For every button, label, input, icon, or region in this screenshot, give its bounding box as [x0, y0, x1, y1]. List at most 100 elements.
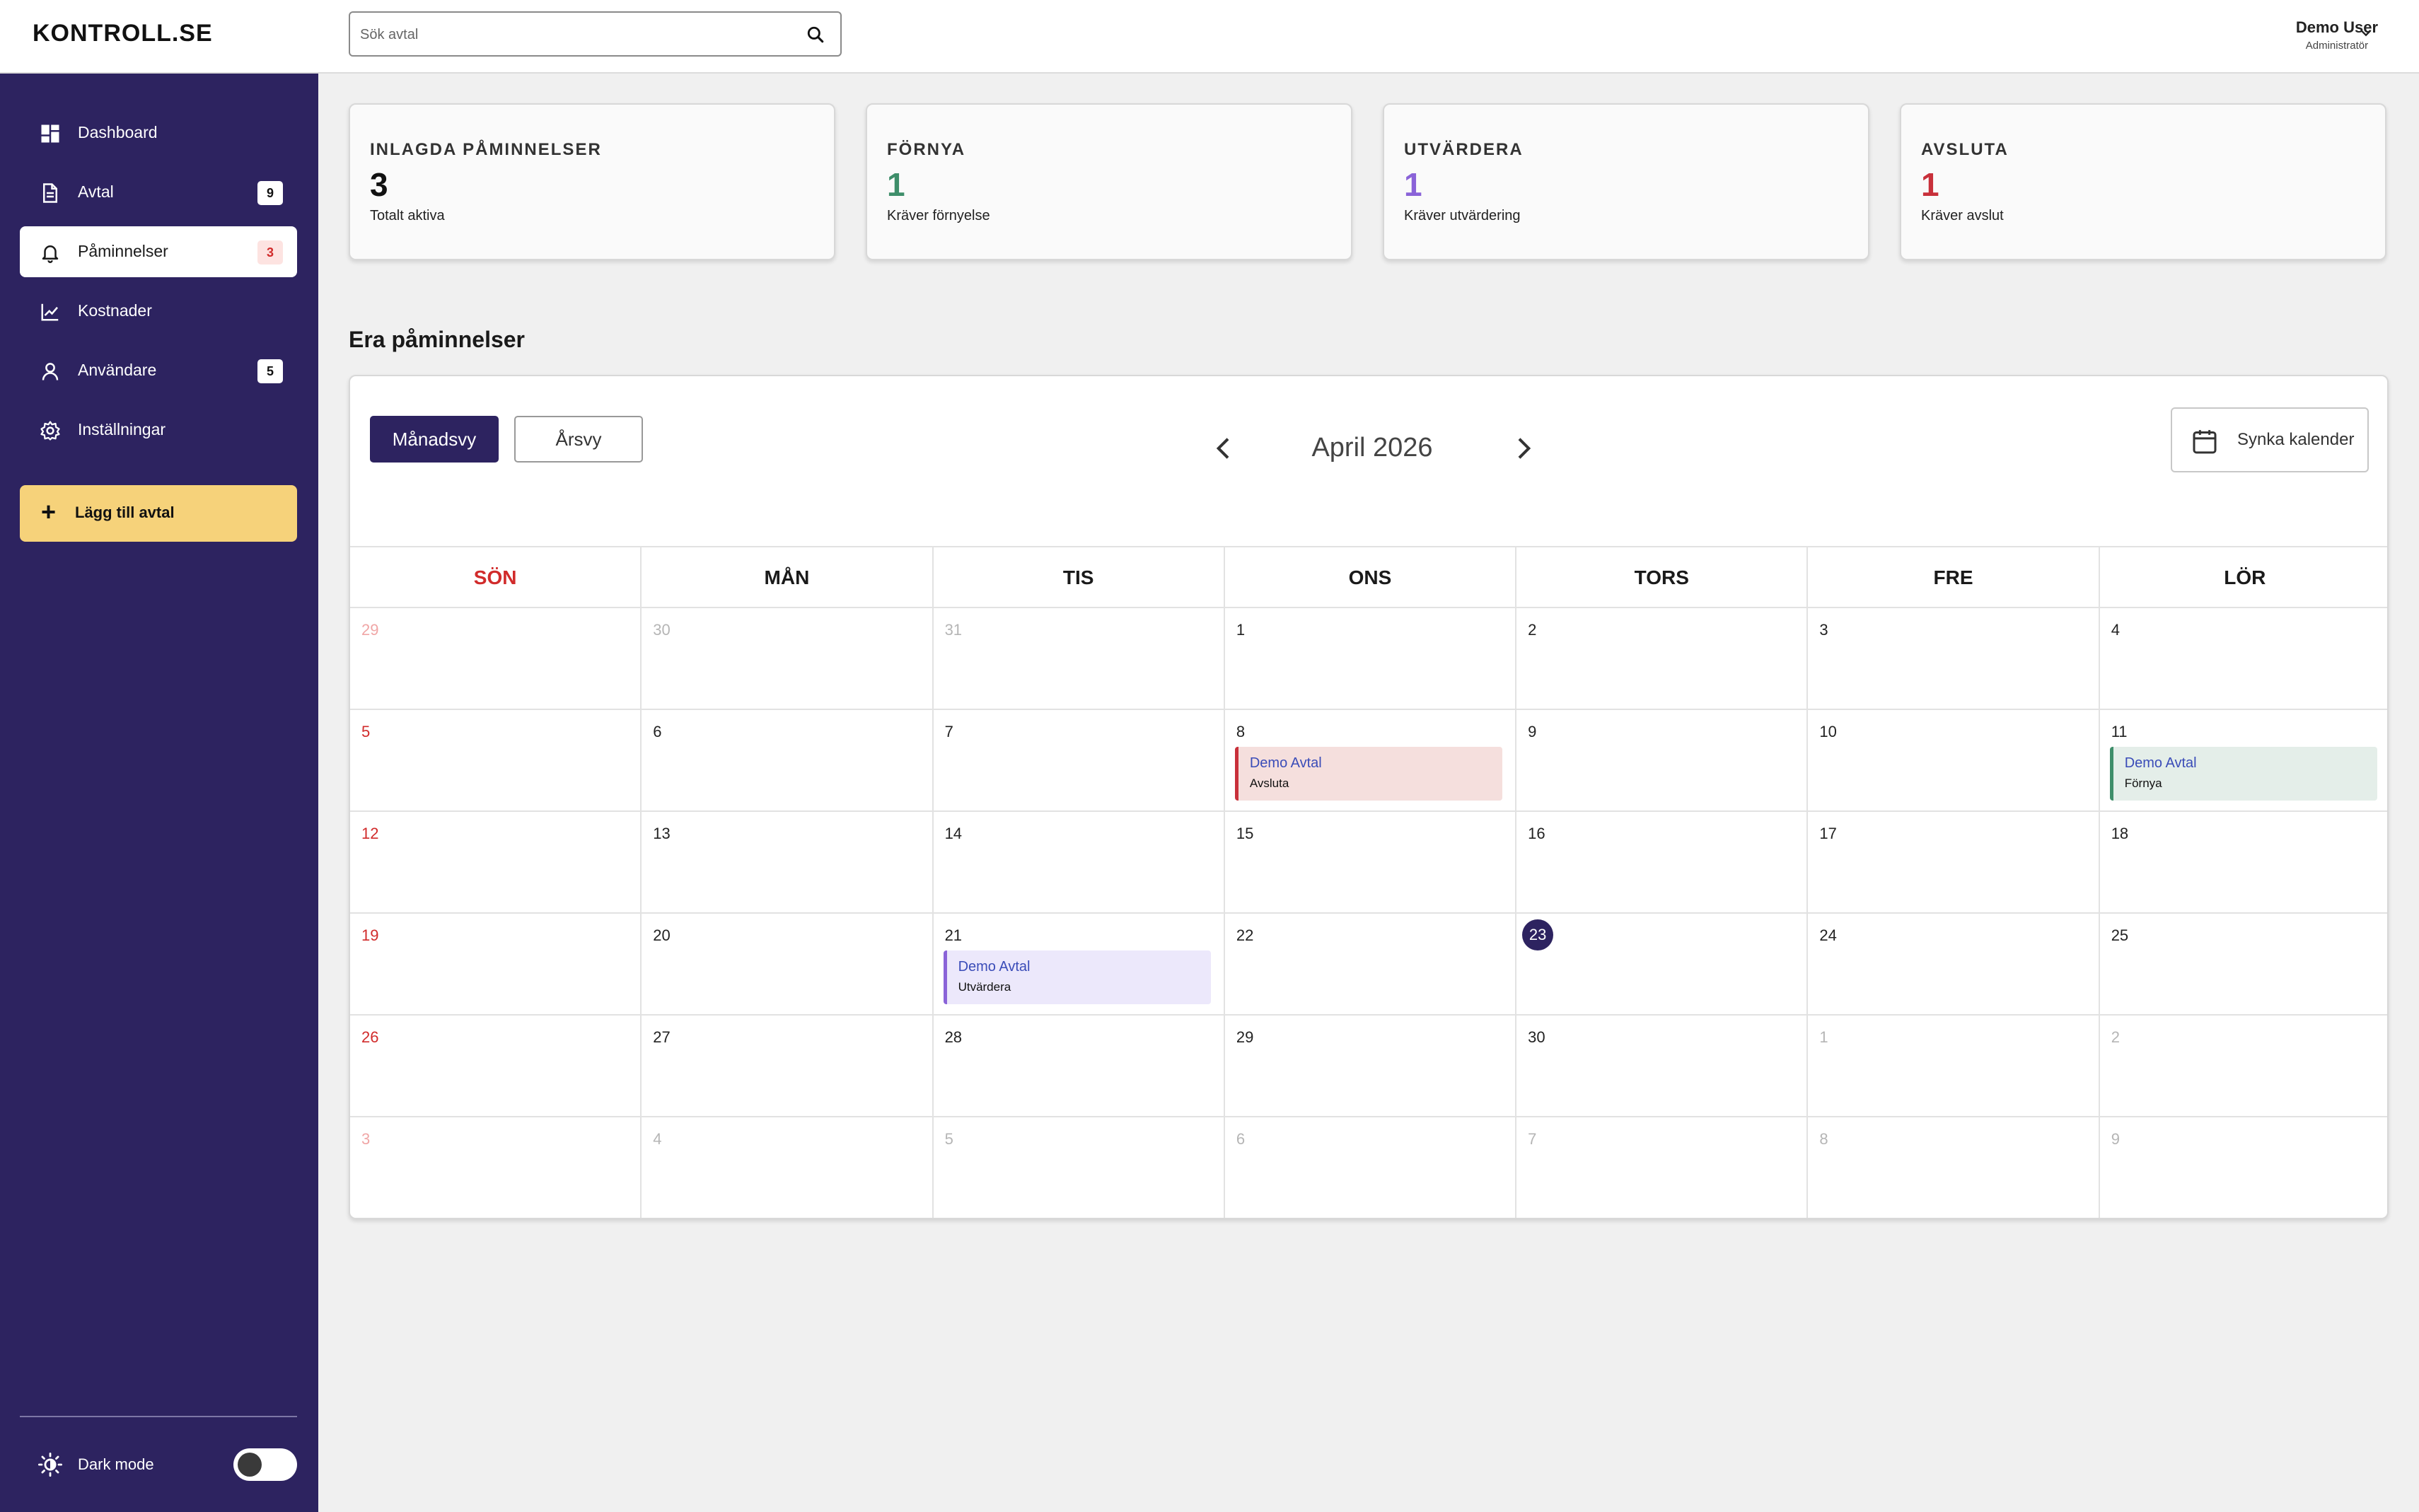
- sidebar-item-kostnader[interactable]: Kostnader: [20, 286, 297, 337]
- month-label: April 2026: [1311, 433, 1433, 463]
- day-number: 8: [1819, 1130, 1828, 1148]
- logo[interactable]: KONTROLL.SE: [33, 20, 213, 47]
- day-number: 20: [653, 926, 671, 944]
- calendar-day[interactable]: 15: [1225, 812, 1517, 912]
- calendar-day[interactable]: 14: [934, 812, 1225, 912]
- calendar-day[interactable]: 30: [1516, 1016, 1809, 1116]
- summary-card: AVSLUTA 1 Kräver avslut: [1900, 103, 2386, 260]
- card-title: UTVÄRDERA: [1404, 140, 1524, 159]
- calendar-day[interactable]: 25: [2100, 914, 2387, 1014]
- calendar-day[interactable]: 10: [1808, 710, 2100, 810]
- calendar-day[interactable]: 7: [1516, 1117, 1809, 1218]
- calendar-day[interactable]: 16: [1516, 812, 1809, 912]
- calendar-day[interactable]: 21 Demo Avtal Utvärdera: [934, 914, 1225, 1014]
- day-number: 9: [2111, 1130, 2120, 1148]
- calendar-day[interactable]: 26: [350, 1016, 642, 1116]
- card-title: FÖRNYA: [887, 140, 966, 159]
- reminder-event[interactable]: Demo Avtal Utvärdera: [943, 950, 1211, 1004]
- calendar-day[interactable]: 29: [1225, 1016, 1517, 1116]
- calendar-day[interactable]: 9: [1516, 710, 1809, 810]
- search-box[interactable]: [349, 11, 842, 57]
- add-contract-button[interactable]: + Lägg till avtal: [20, 485, 297, 542]
- calendar-day[interactable]: 19: [350, 914, 642, 1014]
- dashboard-icon: [41, 124, 59, 143]
- calendar-day[interactable]: 4: [2100, 608, 2387, 709]
- sync-calendar-label: Synka kalender: [2237, 430, 2355, 449]
- calendar-day[interactable]: 31: [934, 608, 1225, 709]
- calendar-week: 12 13 14 15 16 17 18: [350, 812, 2387, 914]
- calendar-day[interactable]: 1: [1225, 608, 1517, 709]
- sidebar-item-dashboard[interactable]: Dashboard: [20, 107, 297, 158]
- weekday-label: TIS: [934, 547, 1225, 607]
- calendar-day[interactable]: 20: [642, 914, 934, 1014]
- event-type: Avsluta: [1249, 777, 1289, 790]
- day-number: 11: [2111, 723, 2128, 740]
- day-number: 9: [1528, 723, 1537, 740]
- calendar-day[interactable]: 3: [1808, 608, 2100, 709]
- sidebar-item-label: Avtal: [78, 182, 114, 201]
- calendar-day[interactable]: 2: [2100, 1016, 2387, 1116]
- search-icon[interactable]: [806, 25, 825, 44]
- calendar-day[interactable]: 4: [642, 1117, 934, 1218]
- calendar-day[interactable]: 5: [934, 1117, 1225, 1218]
- chevron-down-icon[interactable]: [2358, 25, 2374, 41]
- reminder-event[interactable]: Demo Avtal Förnya: [2109, 747, 2377, 801]
- calendar-day[interactable]: 30: [642, 608, 934, 709]
- calendar-panel: Månadsvy Årsvy April 2026 Synka kalender…: [349, 375, 2389, 1219]
- calendar-day[interactable]: 2: [1516, 608, 1809, 709]
- card-title: INLAGDA PÅMINNELSER: [370, 140, 602, 159]
- chevron-right-icon[interactable]: [1509, 434, 1537, 463]
- reminder-event[interactable]: Demo Avtal Avsluta: [1234, 747, 1502, 801]
- user-role: Administratör: [2305, 40, 2369, 52]
- calendar-day[interactable]: 29: [350, 608, 642, 709]
- calendar-day[interactable]: 11 Demo Avtal Förnya: [2100, 710, 2387, 810]
- calendar-day[interactable]: 6: [642, 710, 934, 810]
- calendar-day[interactable]: 12: [350, 812, 642, 912]
- calendar-day[interactable]: 22: [1225, 914, 1517, 1014]
- sidebar-item-avtal[interactable]: Avtal 9: [20, 167, 297, 218]
- calendar-day-today[interactable]: 23: [1516, 914, 1809, 1014]
- calendar-week: 3 4 5 6 7 8 9: [350, 1117, 2387, 1218]
- calendar-day[interactable]: 9: [2100, 1117, 2387, 1218]
- sidebar-divider: [20, 1416, 297, 1417]
- calendar-day[interactable]: 6: [1225, 1117, 1517, 1218]
- calendar-day[interactable]: 13: [642, 812, 934, 912]
- day-number: 2: [2111, 1028, 2120, 1046]
- day-number: 10: [1819, 723, 1837, 740]
- calendar-day[interactable]: 7: [934, 710, 1225, 810]
- sync-calendar-button[interactable]: Synka kalender: [2171, 407, 2369, 472]
- day-number: 8: [1236, 723, 1246, 740]
- weekday-label: TORS: [1516, 547, 1809, 607]
- calendar-day[interactable]: 8 Demo Avtal Avsluta: [1225, 710, 1517, 810]
- brightness-icon: [38, 1453, 62, 1477]
- summary-card: FÖRNYA 1 Kräver förnyelse: [866, 103, 1352, 260]
- card-subtitle: Totalt aktiva: [370, 208, 445, 223]
- month-view-button[interactable]: Månadsvy: [370, 416, 499, 463]
- calendar-day[interactable]: 5: [350, 710, 642, 810]
- calendar-day[interactable]: 18: [2100, 812, 2387, 912]
- chevron-left-icon[interactable]: [1210, 434, 1238, 463]
- weekday-header: SÖN MÅN TIS ONS TORS FRE LÖR: [350, 546, 2387, 608]
- calendar-day[interactable]: 27: [642, 1016, 934, 1116]
- search-input[interactable]: [360, 21, 784, 48]
- year-view-button[interactable]: Årsvy: [514, 416, 643, 463]
- sidebar-item-anvandare[interactable]: Användare 5: [20, 345, 297, 396]
- calendar-day[interactable]: 3: [350, 1117, 642, 1218]
- sidebar-item-paminnelser[interactable]: Påminnelser 3: [20, 226, 297, 277]
- dark-mode-toggle[interactable]: [233, 1448, 297, 1481]
- calendar-day[interactable]: 17: [1808, 812, 2100, 912]
- calendar-day[interactable]: 24: [1808, 914, 2100, 1014]
- calendar-day[interactable]: 1: [1808, 1016, 2100, 1116]
- calendar-day[interactable]: 8: [1808, 1117, 2100, 1218]
- card-subtitle: Kräver avslut: [1921, 208, 2004, 223]
- dark-mode-label: Dark mode: [78, 1455, 154, 1473]
- chart-line-icon: [41, 303, 59, 321]
- day-number: 7: [944, 723, 953, 740]
- sidebar-item-installningar[interactable]: Inställningar: [20, 405, 297, 455]
- calendar-day[interactable]: 28: [934, 1016, 1225, 1116]
- day-number: 30: [1528, 1028, 1545, 1046]
- weekday-label: SÖN: [350, 547, 642, 607]
- day-number: 15: [1236, 825, 1254, 842]
- user-icon: [42, 363, 59, 380]
- sidebar-item-label: Dashboard: [78, 123, 158, 141]
